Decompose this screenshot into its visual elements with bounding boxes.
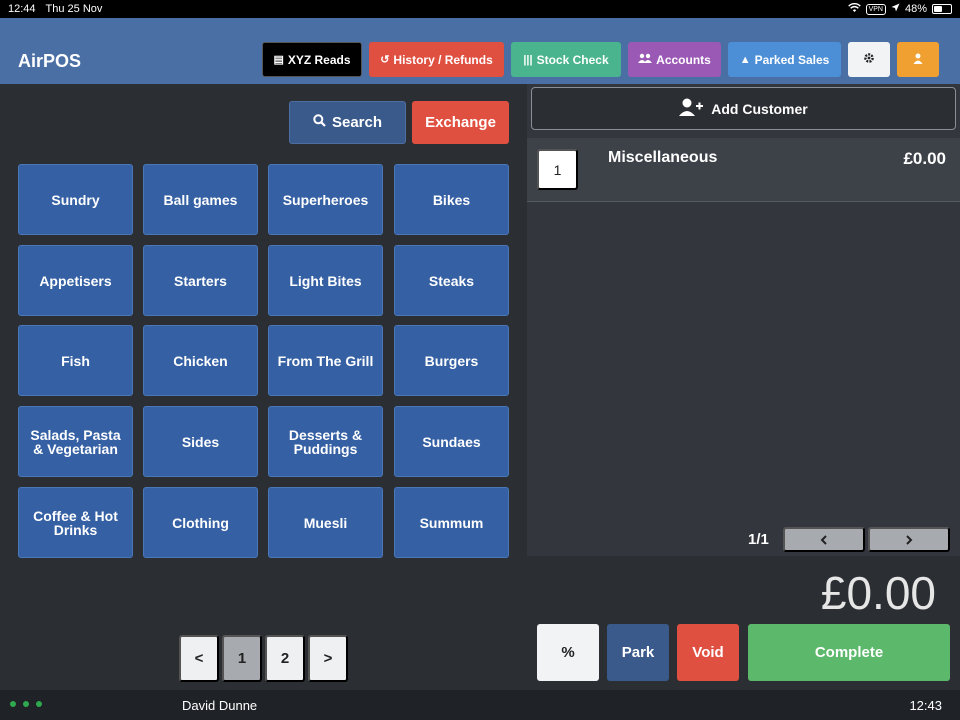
category-button[interactable]: Chicken (143, 325, 258, 396)
category-button[interactable]: Starters (143, 245, 258, 316)
search-button[interactable]: Search (289, 101, 406, 144)
battery-percent: 48% (904, 3, 927, 15)
xyz-reads-button[interactable]: ▤ XYZ Reads (262, 42, 362, 77)
accounts-label: Accounts (656, 52, 711, 67)
prev-page-button[interactable]: < (179, 635, 219, 682)
complete-button[interactable]: Complete (748, 624, 950, 681)
exchange-label: Exchange (425, 114, 496, 131)
users-icon (638, 53, 653, 67)
add-customer-label: Add Customer (711, 100, 808, 117)
connection-indicator (10, 701, 42, 707)
history-refunds-label: History / Refunds (393, 52, 493, 67)
footer-bar: David Dunne 12:43 (0, 690, 960, 720)
status-date: Thu 25 Nov (45, 3, 103, 15)
quantity-button[interactable]: 1 (537, 149, 578, 190)
category-button[interactable]: Appetisers (18, 245, 133, 316)
status-bar: 12:44 Thu 25 Nov VPN 48% (0, 0, 960, 18)
sale-prev-button[interactable] (783, 527, 865, 552)
parked-sales-label: Parked Sales (754, 52, 830, 67)
category-button[interactable]: Sundaes (394, 406, 509, 477)
page-2-button[interactable]: 2 (265, 635, 305, 682)
status-dot-icon (10, 701, 16, 707)
category-button[interactable]: Desserts & Puddings (268, 406, 383, 477)
barcode-icon: ||| (523, 53, 533, 66)
category-button[interactable]: Summum (394, 487, 509, 558)
chevron-right-icon (905, 532, 913, 548)
status-dot-icon (23, 701, 29, 707)
user-plus-icon (679, 98, 704, 119)
sale-page-info: 1/1 (748, 531, 769, 548)
category-button[interactable]: From The Grill (268, 325, 383, 396)
page-1-button[interactable]: 1 (222, 635, 262, 682)
item-name: Miscellaneous (608, 149, 718, 166)
void-button[interactable]: Void (677, 624, 739, 681)
parked-sales-button[interactable]: ▲ Parked Sales (728, 42, 841, 77)
park-button[interactable]: Park (607, 624, 669, 681)
history-icon: ↺ (380, 54, 390, 66)
wifi-icon (847, 2, 861, 16)
footer-clock: 12:43 (909, 698, 942, 713)
category-panel: Search Exchange Sundry Ball games Superher… (0, 84, 527, 690)
user-icon (913, 53, 923, 67)
vpn-badge: VPN (865, 3, 886, 15)
stock-check-button[interactable]: ||| Stock Check (511, 42, 621, 77)
exchange-button[interactable]: Exchange (412, 101, 509, 144)
status-time: 12:44 (8, 3, 36, 15)
status-dot-icon (36, 701, 42, 707)
stock-check-label: Stock Check (536, 52, 609, 67)
sale-panel: Add Customer 1 Miscellaneous £0.00 1/1 £… (527, 84, 960, 690)
category-button[interactable]: Salads, Pasta & Vegetarian (18, 406, 133, 477)
xyz-reads-label: XYZ Reads (287, 52, 351, 67)
category-button[interactable]: Muesli (268, 487, 383, 558)
category-button[interactable]: Fish (18, 325, 133, 396)
total-area: £0.00 % Park Void Complete (527, 556, 960, 690)
category-button[interactable]: Clothing (143, 487, 258, 558)
accounts-button[interactable]: Accounts (628, 42, 721, 77)
road-icon: ▲ (739, 53, 751, 66)
user-button[interactable] (897, 42, 939, 77)
chevron-left-icon (820, 532, 828, 548)
next-page-button[interactable]: > (308, 635, 348, 682)
category-button[interactable]: Light Bites (268, 245, 383, 316)
battery-icon (932, 4, 952, 14)
category-button[interactable]: Ball games (143, 164, 258, 235)
sale-total: £0.00 (820, 567, 936, 619)
settings-button[interactable] (848, 42, 890, 77)
category-button[interactable]: Steaks (394, 245, 509, 316)
search-icon (313, 114, 326, 131)
location-icon (891, 3, 900, 15)
category-button[interactable]: Sundry (18, 164, 133, 235)
add-customer-button[interactable]: Add Customer (531, 87, 956, 130)
category-button[interactable]: Bikes (394, 164, 509, 235)
sale-next-button[interactable] (868, 527, 950, 552)
sale-line-item[interactable]: 1 Miscellaneous £0.00 (527, 138, 960, 202)
history-refunds-button[interactable]: ↺ History / Refunds (369, 42, 504, 77)
item-price: £0.00 (903, 149, 946, 168)
category-button[interactable]: Sides (143, 406, 258, 477)
category-button[interactable]: Superheroes (268, 164, 383, 235)
gear-icon (863, 52, 875, 67)
app-header: AirPOS ▤ XYZ Reads ↺ History / Refunds |… (0, 18, 960, 84)
search-label: Search (331, 114, 383, 131)
discount-button[interactable]: % (537, 624, 599, 681)
category-button[interactable]: Coffee & Hot Drinks (18, 487, 133, 558)
register-icon: ▤ (273, 54, 284, 66)
footer-user-name: David Dunne (182, 698, 258, 713)
category-button[interactable]: Burgers (394, 325, 509, 396)
app-title: AirPOS (18, 51, 82, 71)
